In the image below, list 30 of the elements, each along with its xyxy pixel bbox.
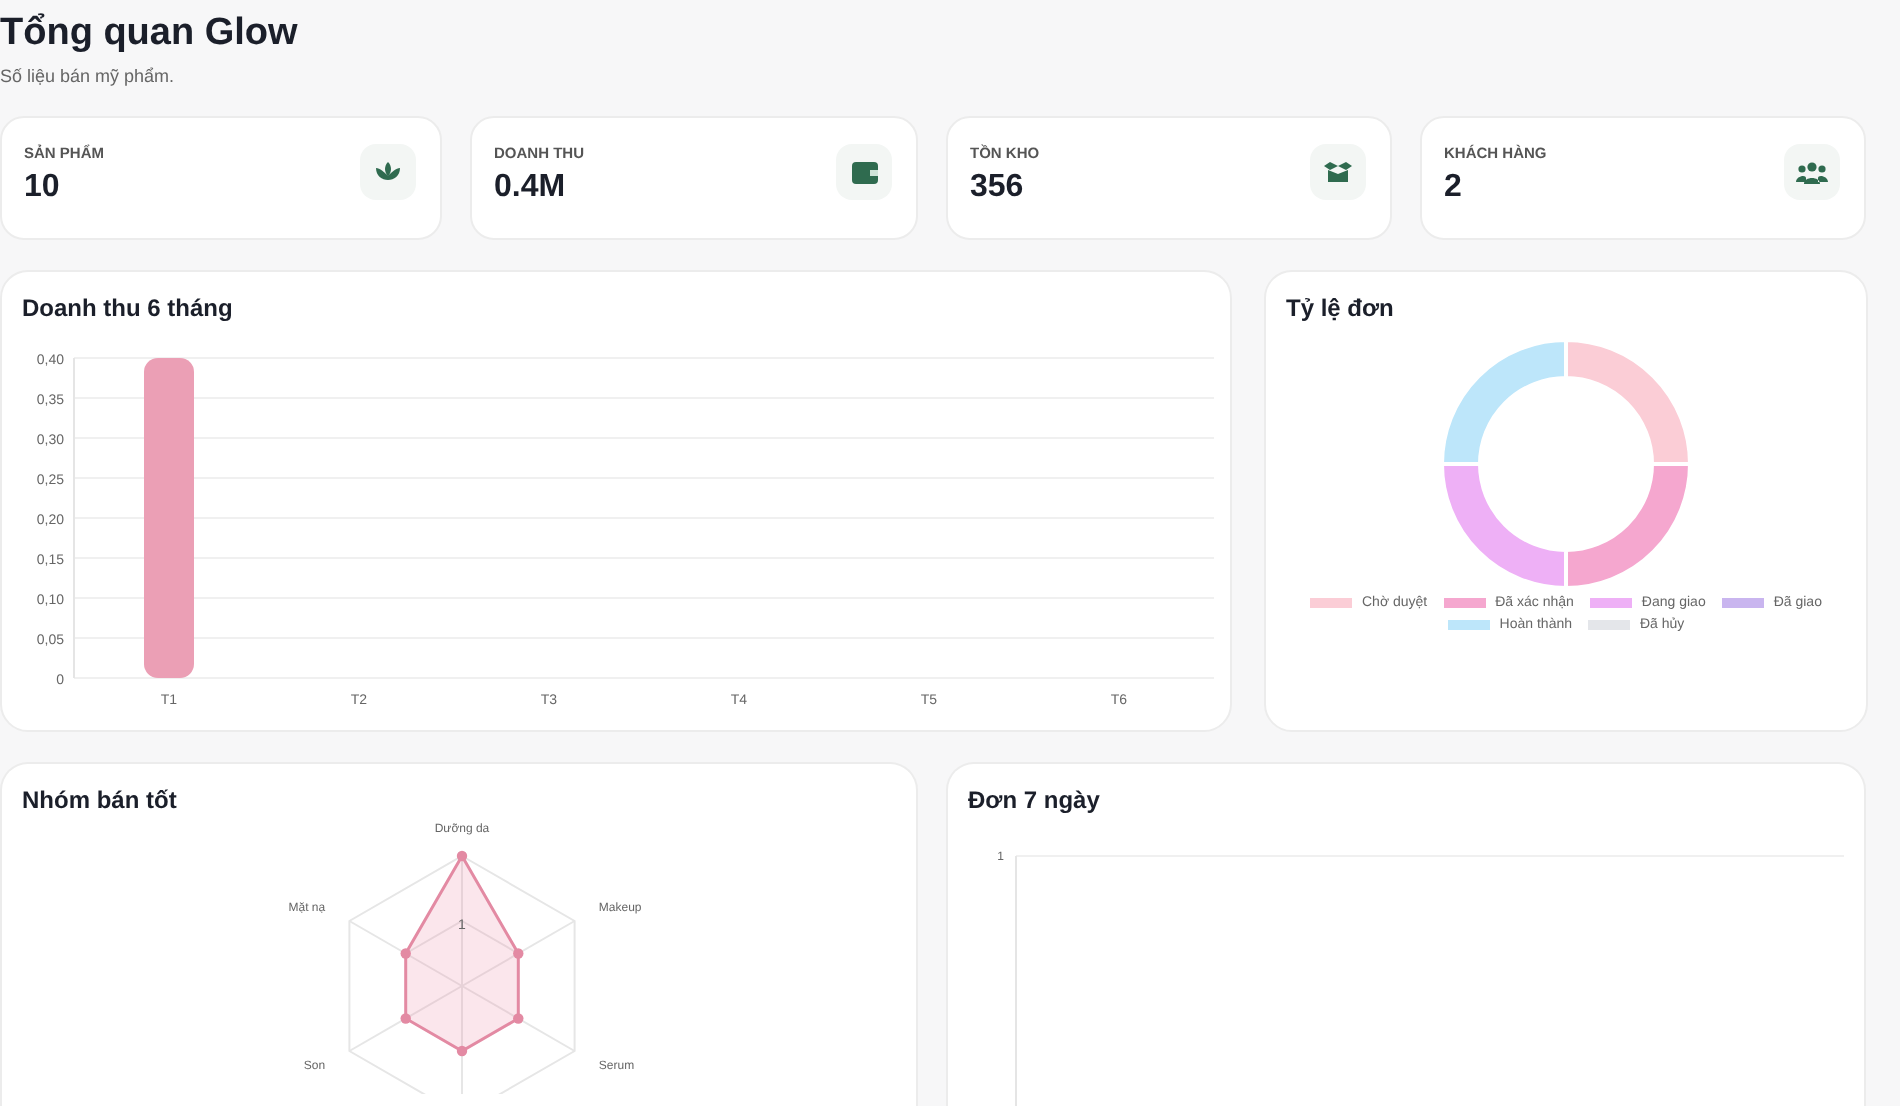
stat-value: 356 bbox=[970, 170, 1026, 206]
donut-slice bbox=[1564, 462, 1692, 590]
legend-swatch bbox=[1447, 620, 1490, 630]
donut-slice bbox=[1564, 338, 1692, 466]
card-title: Đơn 7 ngày bbox=[968, 786, 1102, 814]
legend-swatch bbox=[1721, 598, 1764, 608]
card-title: Tỷ lệ đơn bbox=[1286, 294, 1396, 322]
donut-slice bbox=[1440, 462, 1568, 590]
radar-point bbox=[400, 948, 411, 959]
legend-swatch bbox=[1443, 598, 1486, 608]
wallet-icon bbox=[851, 161, 877, 183]
legend-swatch bbox=[1589, 598, 1632, 608]
radar-point bbox=[513, 948, 524, 959]
lotus-icon bbox=[374, 160, 402, 184]
stat-value: 0.4M bbox=[494, 170, 568, 206]
radar-point bbox=[400, 1013, 411, 1024]
radar-point bbox=[513, 1013, 524, 1024]
box-icon bbox=[1324, 161, 1352, 183]
radar-point bbox=[456, 1045, 468, 1057]
page-subtitle: Số liệu bán mỹ phẩm. bbox=[0, 66, 177, 86]
card-title: Doanh thu 6 tháng bbox=[22, 294, 235, 322]
legend-swatch bbox=[1588, 620, 1630, 630]
card-title: Nhóm bán tốt bbox=[22, 786, 179, 814]
radar-point bbox=[456, 850, 468, 862]
page-title: Tổng quan Glow bbox=[0, 12, 300, 56]
donut-slice bbox=[1440, 338, 1568, 466]
stat-value: 2 bbox=[1444, 170, 1464, 206]
legend-swatch bbox=[1310, 598, 1352, 608]
stat-value: 10 bbox=[24, 170, 62, 206]
users-icon bbox=[1796, 161, 1828, 183]
